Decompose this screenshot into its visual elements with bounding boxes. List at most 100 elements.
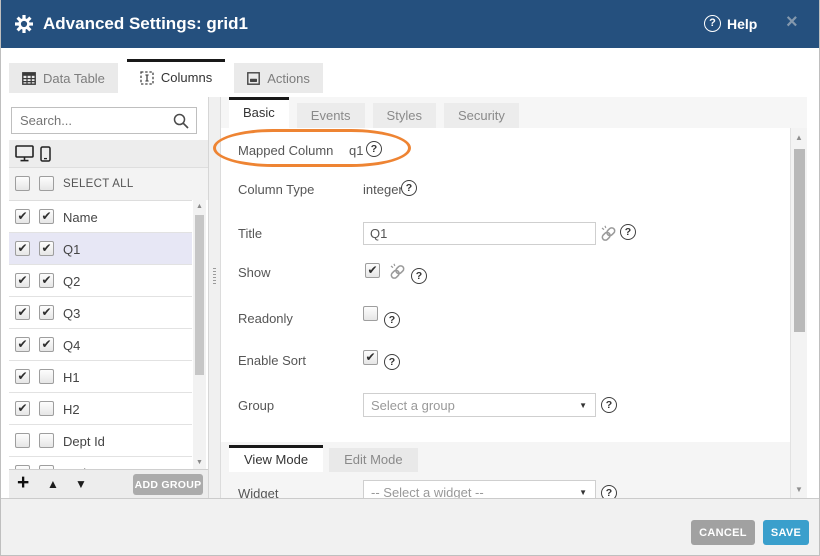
show-checkbox[interactable]: ✔ (365, 263, 380, 278)
actions-icon (247, 72, 260, 85)
enable-sort-checkbox[interactable]: ✔ (363, 350, 378, 365)
save-button[interactable]: SAVE (763, 520, 809, 545)
dialog-header: Advanced Settings: grid1 ? Help × (1, 0, 819, 48)
column-type-help-icon[interactable]: ? (401, 180, 417, 196)
columns-icon (140, 71, 154, 85)
search-input[interactable] (12, 108, 170, 133)
desktop-icon (15, 145, 34, 167)
desktop-visibility-checkbox[interactable] (15, 433, 30, 448)
mapped-column-help-icon[interactable]: ? (366, 141, 382, 157)
mobile-icon (40, 146, 51, 167)
list-item[interactable]: ✔ H2 (9, 393, 192, 425)
list-item[interactable]: ✔ ✔ Q1 (9, 233, 192, 265)
widget-help-icon[interactable]: ? (601, 485, 617, 498)
show-label: Show (238, 265, 271, 280)
widget-select[interactable]: -- Select a widget -- ▼ (363, 480, 596, 498)
show-help-icon[interactable]: ? (411, 268, 427, 284)
mapped-column-value: q1 (349, 143, 363, 158)
desktop-visibility-checkbox[interactable]: ✔ (15, 273, 30, 288)
scroll-down-icon[interactable]: ▼ (791, 485, 807, 494)
list-item[interactable]: ✔ ✔ Q2 (9, 265, 192, 297)
mobile-visibility-checkbox[interactable] (39, 401, 54, 416)
mobile-visibility-checkbox[interactable] (39, 433, 54, 448)
advanced-settings-dialog: Advanced Settings: grid1 ? Help × Data T… (0, 0, 820, 556)
title-input[interactable] (363, 222, 596, 245)
help-link[interactable]: Help (727, 0, 757, 48)
tab-data-table[interactable]: Data Table (9, 63, 118, 93)
tab-basic[interactable]: Basic (229, 97, 289, 128)
mobile-visibility-checkbox[interactable]: ✔ (39, 273, 54, 288)
list-item-label: Q2 (63, 274, 80, 289)
mobile-visibility-checkbox[interactable]: ✔ (39, 337, 54, 352)
list-toolbar: + ▲ ▼ ADD GROUP (9, 469, 208, 498)
close-icon[interactable]: × (786, 0, 798, 44)
list-item[interactable]: ✔ ✔ Name (9, 201, 192, 233)
list-item[interactable]: ✔ ✔ Q3 (9, 297, 192, 329)
main-tab-bar: Data Table Columns Actions (9, 59, 323, 93)
splitter-handle-icon[interactable] (213, 268, 216, 286)
tab-actions[interactable]: Actions (234, 63, 323, 93)
desktop-visibility-checkbox[interactable]: ✔ (15, 305, 30, 320)
desktop-visibility-checkbox[interactable]: ✔ (15, 241, 30, 256)
list-scrollbar-thumb[interactable] (195, 215, 204, 375)
list-item-label: Dept Id (63, 434, 105, 449)
settings-form: Mapped Column q1 ? Column Type integer ?… (221, 128, 790, 498)
tab-label: Columns (161, 70, 212, 85)
readonly-checkbox[interactable] (363, 306, 378, 321)
list-scrollbar[interactable]: ▲ ▼ (193, 200, 206, 469)
panel-scrollbar[interactable]: ▲ ▼ (790, 128, 807, 498)
group-help-icon[interactable]: ? (601, 397, 617, 413)
device-columns-row (9, 140, 208, 168)
panel-scrollbar-thumb[interactable] (794, 149, 805, 332)
mobile-visibility-checkbox[interactable] (39, 369, 54, 384)
mobile-visibility-checkbox[interactable]: ✔ (39, 305, 54, 320)
readonly-help-icon[interactable]: ? (384, 312, 400, 328)
search-icon[interactable] (172, 112, 190, 135)
mobile-visibility-checkbox[interactable]: ✔ (39, 241, 54, 256)
title-label: Title (238, 226, 262, 241)
select-all-mobile-checkbox[interactable] (39, 176, 54, 191)
column-list: ✔✔Name✔✔Q1✔✔Q2✔✔Q3✔✔Q4✔H1✔H2Dept IdBudge… (9, 200, 192, 469)
title-link-icon[interactable] (600, 225, 617, 247)
show-link-icon[interactable] (389, 263, 406, 285)
enable-sort-help-icon[interactable]: ? (384, 354, 400, 370)
add-column-button[interactable]: + (17, 471, 29, 495)
desktop-visibility-checkbox[interactable]: ✔ (15, 337, 30, 352)
tab-security[interactable]: Security (444, 103, 519, 128)
desktop-visibility-checkbox[interactable]: ✔ (15, 369, 30, 384)
add-group-button[interactable]: ADD GROUP (133, 474, 203, 495)
tab-styles[interactable]: Styles (373, 103, 436, 128)
mobile-visibility-checkbox[interactable]: ✔ (39, 209, 54, 224)
columns-sidebar: SELECT ALL ✔✔Name✔✔Q1✔✔Q2✔✔Q3✔✔Q4✔H1✔H2D… (9, 100, 208, 498)
move-down-button[interactable]: ▼ (75, 477, 87, 491)
list-item[interactable]: ✔H1 (9, 361, 192, 393)
tab-edit-mode[interactable]: Edit Mode (329, 448, 418, 472)
list-item-label: Q1 (63, 242, 80, 257)
tab-events[interactable]: Events (297, 103, 365, 128)
cancel-button[interactable]: CANCEL (691, 520, 755, 545)
desktop-visibility-checkbox[interactable]: ✔ (15, 401, 30, 416)
group-select-value: Select a group (371, 398, 455, 413)
scroll-down-icon[interactable]: ▼ (193, 459, 206, 466)
list-item-label: Name (63, 210, 98, 225)
tab-label: Actions (267, 71, 310, 86)
list-item[interactable]: ✔✔Q4 (9, 329, 192, 361)
tab-view-mode[interactable]: View Mode (229, 445, 323, 472)
group-select[interactable]: Select a group ▼ (363, 393, 596, 417)
list-item[interactable]: Dept Id (9, 425, 192, 457)
readonly-label: Readonly (238, 311, 293, 326)
title-help-icon[interactable]: ? (620, 224, 636, 240)
select-all-desktop-checkbox[interactable] (15, 176, 30, 191)
move-up-button[interactable]: ▲ (47, 477, 59, 491)
tab-columns[interactable]: Columns (127, 59, 225, 93)
help-icon[interactable]: ? (704, 15, 721, 32)
desktop-visibility-checkbox[interactable]: ✔ (15, 209, 30, 224)
list-item-label: Q3 (63, 306, 80, 321)
scroll-up-icon[interactable]: ▲ (193, 203, 206, 210)
panel-splitter[interactable] (208, 97, 221, 498)
select-all-row[interactable]: SELECT ALL (9, 168, 208, 200)
list-item[interactable]: Budget (9, 457, 192, 469)
list-item-label: H2 (63, 402, 80, 417)
mapped-column-label: Mapped Column (238, 143, 333, 158)
scroll-up-icon[interactable]: ▲ (791, 133, 807, 142)
